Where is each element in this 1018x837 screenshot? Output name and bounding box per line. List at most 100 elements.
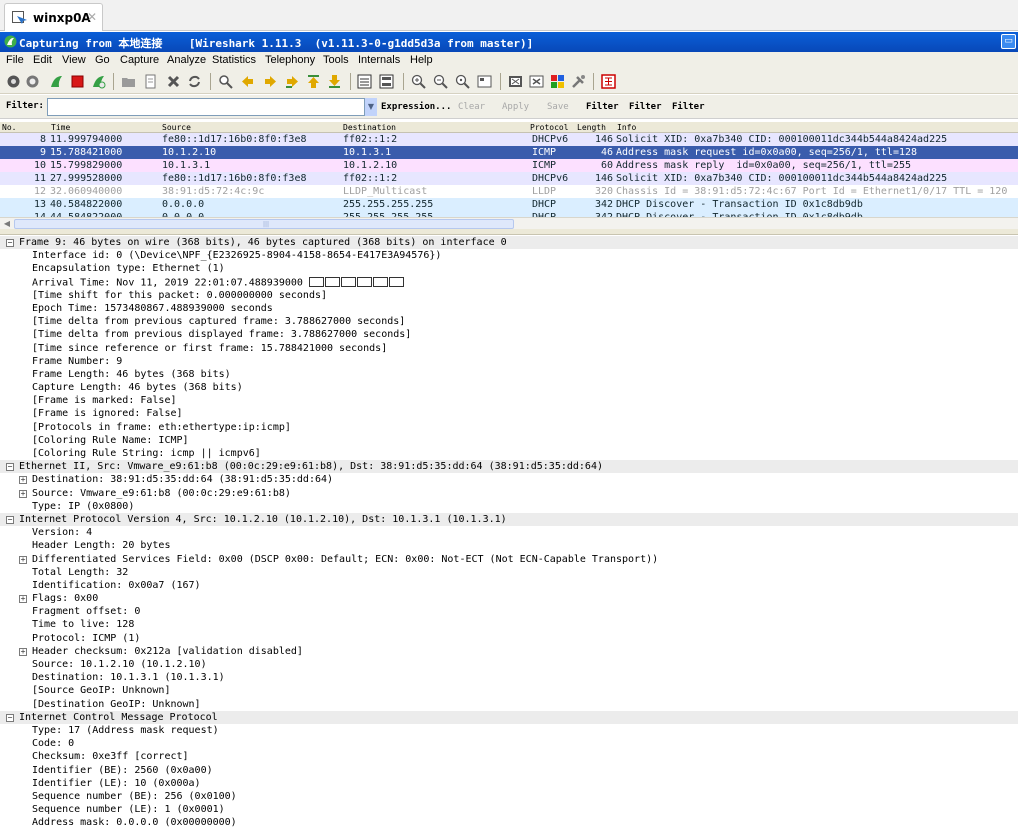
- menu-edit[interactable]: Edit: [33, 54, 52, 66]
- protocol-tree-field[interactable]: Checksum: 0xe3ff [correct]: [0, 750, 1018, 763]
- protocol-tree-field[interactable]: Source: 10.1.2.10 (10.1.2.10): [0, 658, 1018, 671]
- collapse-icon[interactable]: −: [6, 515, 14, 524]
- packet-row[interactable]: 10 15.799829000 10.1.3.1 10.1.2.10 ICMP 60 Add…: [0, 159, 1018, 172]
- column-header-destination[interactable]: Destination: [343, 123, 396, 132]
- options-icon[interactable]: [25, 74, 40, 89]
- protocol-tree-field[interactable]: Type: 17 (Address mask request): [0, 724, 1018, 737]
- zoom-in-icon[interactable]: [411, 74, 426, 89]
- packet-row[interactable]: 13 40.584822000 0.0.0.0 255.255.255.255 DHCP…: [0, 198, 1018, 211]
- menu-telephony[interactable]: Telephony: [265, 54, 315, 66]
- protocol-tree-field[interactable]: Identifier (LE): 10 (0x000a): [0, 777, 1018, 790]
- restart-capture-icon[interactable]: [91, 74, 106, 89]
- go-forward-icon[interactable]: [263, 74, 278, 89]
- column-header-time[interactable]: Time: [51, 123, 70, 132]
- go-to-packet-icon[interactable]: [285, 74, 300, 89]
- expand-icon[interactable]: +: [19, 595, 27, 604]
- menu-internals[interactable]: Internals: [358, 54, 400, 66]
- coloring-rules-icon[interactable]: [550, 74, 565, 89]
- protocol-tree-field[interactable]: Capture Length: 46 bytes (368 bits): [0, 381, 1018, 394]
- clear-button[interactable]: Clear: [458, 102, 485, 112]
- protocol-tree-field[interactable]: Interface id: 0 (\Device\NPF_{E2326925-8…: [0, 249, 1018, 262]
- filter-button[interactable]: Filter: [629, 102, 662, 112]
- protocol-tree-field[interactable]: Total Length: 32: [0, 566, 1018, 579]
- menu-file[interactable]: File: [6, 54, 24, 66]
- protocol-tree-field[interactable]: [Destination GeoIP: Unknown]: [0, 698, 1018, 711]
- close-file-icon[interactable]: [166, 74, 181, 89]
- protocol-tree-field[interactable]: Encapsulation type: Ethernet (1): [0, 262, 1018, 275]
- protocol-tree-field[interactable]: Fragment offset: 0: [0, 605, 1018, 618]
- protocol-tree-field[interactable]: Identification: 0x00a7 (167): [0, 579, 1018, 592]
- go-back-icon[interactable]: [240, 74, 255, 89]
- protocol-tree-field[interactable]: [Time since reference or first frame: 15…: [0, 342, 1018, 355]
- filter-button[interactable]: Filter: [586, 102, 619, 112]
- protocol-tree-field[interactable]: Frame Number: 9: [0, 355, 1018, 368]
- packet-row[interactable]: 12 32.060940000 38:91:d5:72:4c:9c LLDP_Mult…: [0, 185, 1018, 198]
- menu-capture[interactable]: Capture: [120, 54, 159, 66]
- protocol-tree-field[interactable]: [Protocols in frame: eth:ethertype:ip:ic…: [0, 421, 1018, 434]
- protocol-tree-field[interactable]: + Header checksum: 0x212a [validation dis…: [0, 645, 1018, 658]
- protocol-tree-field[interactable]: Epoch Time: 1573480867.488939000 seconds: [0, 302, 1018, 315]
- protocol-tree-field[interactable]: Time to live: 128: [0, 618, 1018, 631]
- column-header-length[interactable]: Length: [577, 123, 606, 132]
- protocol-tree-field[interactable]: [Time shift for this packet: 0.000000000…: [0, 289, 1018, 302]
- menu-go[interactable]: Go: [95, 54, 110, 66]
- collapse-icon[interactable]: −: [6, 713, 14, 722]
- protocol-tree-field[interactable]: Sequence number (LE): 1 (0x0001): [0, 803, 1018, 816]
- zoom-normal-icon[interactable]: [455, 74, 470, 89]
- preferences-icon[interactable]: [571, 74, 586, 89]
- protocol-tree-field[interactable]: [Time delta from previous captured frame…: [0, 315, 1018, 328]
- expand-icon[interactable]: +: [19, 476, 27, 485]
- protocol-tree-field[interactable]: + Source: Vmware_e9:61:b8 (00:0c:29:e9:61…: [0, 487, 1018, 500]
- packet-row[interactable]: 9 15.788421000 10.1.2.10 10.1.3.1 ICMP 46 Addr…: [0, 146, 1018, 159]
- vm-tab-winxp0a[interactable]: winxp0A ✕: [4, 3, 103, 31]
- go-last-icon[interactable]: [327, 74, 342, 89]
- go-first-icon[interactable]: [306, 74, 321, 89]
- scrollbar-thumb[interactable]: |||: [14, 219, 514, 229]
- menu-tools[interactable]: Tools: [323, 54, 349, 66]
- display-filter-input[interactable]: [47, 98, 377, 116]
- protocol-tree-field[interactable]: Frame Length: 46 bytes (368 bits): [0, 368, 1018, 381]
- pane-splitter[interactable]: [0, 229, 1018, 235]
- menu-statistics[interactable]: Statistics: [212, 54, 256, 66]
- protocol-tree-field[interactable]: [Coloring Rule String: icmp || icmpv6]: [0, 447, 1018, 460]
- collapse-icon[interactable]: −: [6, 463, 14, 472]
- protocol-tree-field[interactable]: + Destination: 38:91:d5:35:dd:64 (38:91:d…: [0, 473, 1018, 486]
- filter-button[interactable]: Filter: [672, 102, 705, 112]
- protocol-tree-section[interactable]: − Ethernet II, Src: Vmware_e9:61:b8 (00:0…: [0, 460, 1018, 474]
- protocol-tree-field[interactable]: Identifier (BE): 2560 (0x0a00): [0, 764, 1018, 777]
- column-header-no[interactable]: No.: [2, 123, 16, 132]
- column-header-source[interactable]: Source: [162, 123, 191, 132]
- start-capture-icon[interactable]: [49, 74, 64, 89]
- protocol-tree-field[interactable]: [Coloring Rule Name: ICMP]: [0, 434, 1018, 447]
- open-file-icon[interactable]: [121, 74, 136, 89]
- protocol-tree-field[interactable]: [Frame is marked: False]: [0, 394, 1018, 407]
- packet-list-horizontal-scrollbar[interactable]: ◀ |||: [0, 217, 1018, 229]
- column-header-info[interactable]: Info: [617, 123, 636, 132]
- menu-help[interactable]: Help: [410, 54, 433, 66]
- interfaces-icon[interactable]: [6, 74, 21, 89]
- find-packet-icon[interactable]: [218, 74, 233, 89]
- protocol-tree-field[interactable]: Sequence number (BE): 256 (0x0100): [0, 790, 1018, 803]
- protocol-tree-field[interactable]: Type: IP (0x0800): [0, 500, 1018, 513]
- capture-filters-icon[interactable]: [508, 74, 523, 89]
- protocol-tree-field[interactable]: Code: 0: [0, 737, 1018, 750]
- collapse-icon[interactable]: −: [6, 239, 14, 247]
- resize-columns-icon[interactable]: [477, 74, 492, 89]
- protocol-tree-field[interactable]: [Frame is ignored: False]: [0, 407, 1018, 420]
- save-file-icon[interactable]: [143, 74, 158, 89]
- packet-row[interactable]: 8 11.999794000 fe80::1d17:16b0:8f0:f3e8 ff0…: [0, 133, 1018, 146]
- colorize-icon[interactable]: [357, 74, 372, 89]
- protocol-tree-section[interactable]: − Internet Protocol Version 4, Src: 10.1.…: [0, 512, 1018, 527]
- display-filters-icon[interactable]: [529, 74, 544, 89]
- protocol-tree-field[interactable]: Address mask: 0.0.0.0 (0x00000000): [0, 816, 1018, 829]
- expand-icon[interactable]: +: [19, 555, 27, 564]
- protocol-tree-field[interactable]: Protocol: ICMP (1): [0, 632, 1018, 645]
- auto-scroll-icon[interactable]: [379, 74, 394, 89]
- expression-button[interactable]: Expression...: [381, 102, 451, 112]
- zoom-out-icon[interactable]: [433, 74, 448, 89]
- protocol-tree-field[interactable]: [Source GeoIP: Unknown]: [0, 684, 1018, 697]
- scroll-left-icon[interactable]: ◀: [1, 219, 13, 229]
- column-header-protocol[interactable]: Protocol: [530, 123, 569, 132]
- stop-capture-icon[interactable]: [70, 74, 85, 89]
- protocol-tree-field[interactable]: Destination: 10.1.3.1 (10.1.3.1): [0, 671, 1018, 684]
